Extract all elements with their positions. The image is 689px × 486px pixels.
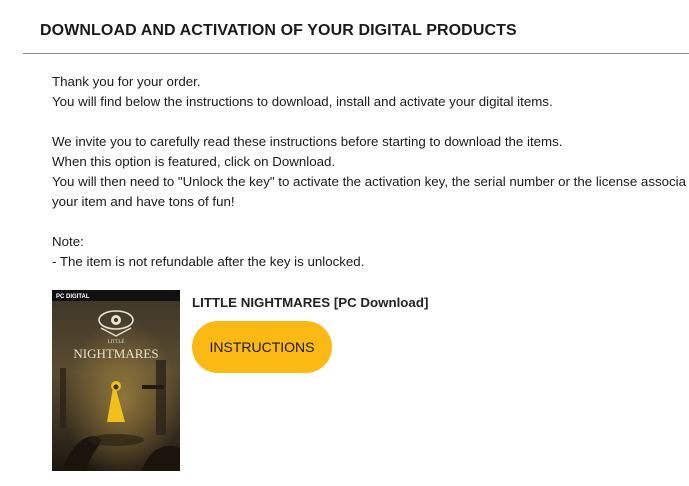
note-label: Note: <box>52 234 84 249</box>
cover-logo-small: LITTLE <box>108 340 125 345</box>
instructions-button[interactable]: INSTRUCTIONS <box>192 321 332 373</box>
intro-line-find-below: You will find below the instructions to … <box>52 94 553 109</box>
note-not-refundable: - The item is not refundable after the k… <box>52 254 365 269</box>
product-cover-image: PC DIGITAL LITTLE NIGHTMARES <box>52 290 180 471</box>
instructions-text: Thank you for your order. You will find … <box>52 72 689 272</box>
intro-line-read-carefully: We invite you to carefully read these in… <box>52 134 563 149</box>
cover-badge: PC DIGITAL <box>56 294 90 300</box>
page-title: DOWNLOAD AND ACTIVATION OF YOUR DIGITAL … <box>40 22 517 39</box>
product-item: PC DIGITAL LITTLE NIGHTMARES LITTLE NIGH… <box>52 290 689 472</box>
intro-line-unlock-key: You will then need to "Unlock the key" t… <box>52 174 687 189</box>
cover-logo-big: NIGHTMARES <box>73 346 158 361</box>
intro-line-click-download: When this option is featured, click on D… <box>52 154 336 169</box>
intro-line-have-fun: your item and have tons of fun! <box>52 194 235 209</box>
page: DOWNLOAD AND ACTIVATION OF YOUR DIGITAL … <box>0 0 689 486</box>
section-header: DOWNLOAD AND ACTIVATION OF YOUR DIGITAL … <box>23 0 689 54</box>
intro-line-thanks: Thank you for your order. <box>52 74 201 89</box>
product-title: LITTLE NIGHTMARES [PC Download] <box>192 295 429 310</box>
